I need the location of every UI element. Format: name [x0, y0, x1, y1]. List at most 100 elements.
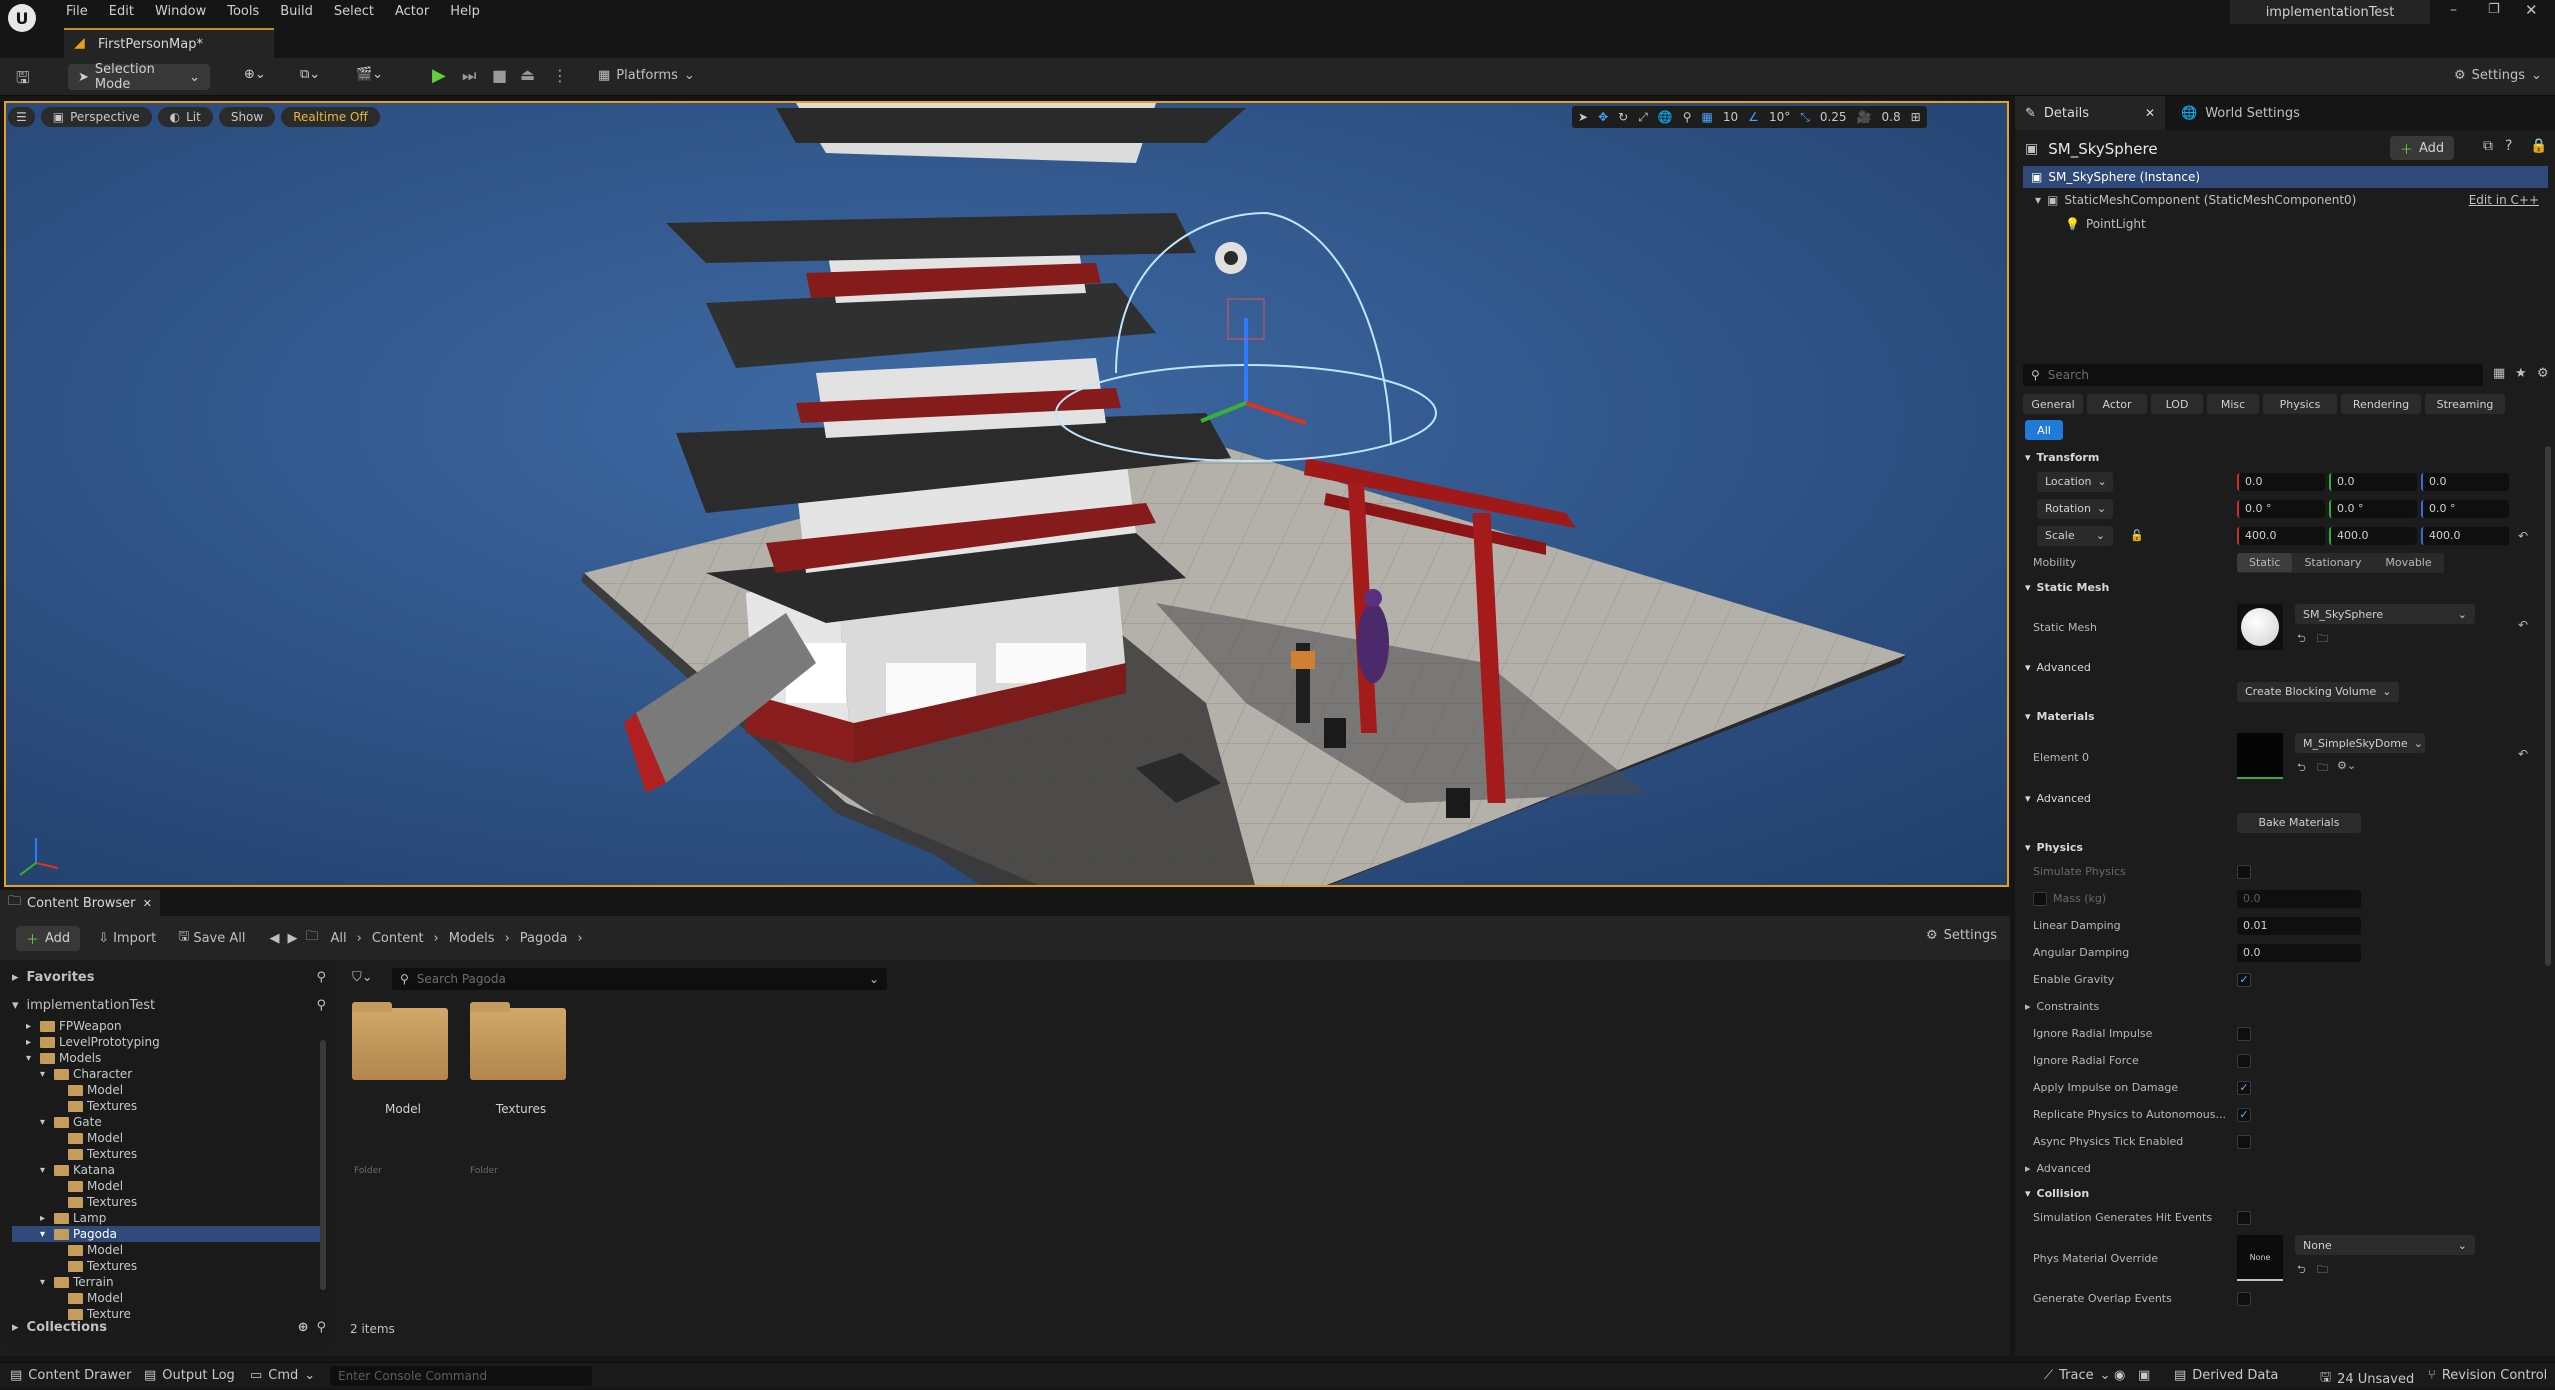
edit-cpp-link[interactable]: Edit in C++ — [2469, 193, 2539, 207]
use-selected-icon[interactable]: ⮌ — [2297, 1261, 2306, 1280]
menu-select[interactable]: Select — [334, 4, 374, 19]
collapse-arrow-icon[interactable]: ▾ — [40, 1117, 50, 1128]
level-viewport[interactable] — [4, 101, 2009, 887]
surface-snap-icon[interactable]: ⚲ — [1683, 110, 1692, 124]
tree-item[interactable]: ▾ Katana — [12, 1162, 322, 1178]
tree-item[interactable]: Model — [12, 1130, 322, 1146]
tree-item[interactable]: ▾ Character — [12, 1066, 322, 1082]
scale-tool-icon[interactable]: ⤢ — [1638, 110, 1648, 125]
toolbar-settings-button[interactable]: ⚙ Settings ⌄ — [2454, 68, 2542, 83]
viewport-scene[interactable] — [6, 103, 2009, 887]
select-tool-icon[interactable]: ➤ — [1578, 110, 1588, 124]
phys-material-picker[interactable]: None ⌄ — [2295, 1235, 2475, 1255]
ignore-radial-impulse-checkbox[interactable] — [2237, 1026, 2251, 1041]
camera-speed-icon[interactable]: 🎥 — [1857, 110, 1872, 124]
breadcrumb-content[interactable]: Content — [372, 931, 424, 946]
filter-misc[interactable]: Misc — [2207, 394, 2259, 414]
static-mesh-picker[interactable]: SM_SkySphere ⌄ — [2295, 604, 2475, 624]
map-tab[interactable]: ◢ FirstPersonMap* — [64, 28, 274, 58]
grid-snap-value[interactable]: 10 — [1723, 110, 1738, 124]
enable-gravity-checkbox[interactable]: ✓ — [2237, 972, 2251, 987]
realtime-button[interactable]: Realtime Off — [281, 107, 380, 127]
world-space-icon[interactable]: 🌐 — [1658, 110, 1673, 124]
tree-item[interactable]: ▾ Terrain — [12, 1274, 322, 1290]
menu-edit[interactable]: Edit — [109, 4, 134, 19]
details-scrollbar[interactable] — [2545, 446, 2551, 966]
favorites-star-icon[interactable]: ★ — [2515, 366, 2527, 381]
apply-impulse-checkbox[interactable]: ✓ — [2237, 1080, 2251, 1095]
location-z-input[interactable]: 0.0 — [2421, 472, 2509, 491]
use-selected-icon[interactable]: ⮌ — [2297, 630, 2306, 649]
filter-physics[interactable]: Physics — [2263, 394, 2337, 414]
tree-item[interactable]: Textures — [12, 1258, 322, 1274]
location-x-input[interactable]: 0.0 — [2237, 472, 2325, 491]
scale-snap-value[interactable]: 0.25 — [1820, 110, 1847, 124]
tree-item[interactable]: ▾ Models — [12, 1050, 322, 1066]
tree-item[interactable]: Textures — [12, 1146, 322, 1162]
overlap-events-checkbox[interactable] — [2237, 1291, 2251, 1306]
scale-snap-icon[interactable]: ⤡ — [1800, 110, 1810, 125]
material-picker[interactable]: M_SimpleSkyDome ⌄ — [2295, 733, 2425, 753]
gear-icon[interactable]: ⚙ — [2537, 366, 2549, 381]
lock-icon[interactable]: 🔒 — [2530, 138, 2547, 154]
cmd-dropdown[interactable]: ▭ Cmd ⌄ — [250, 1368, 315, 1383]
hit-events-checkbox[interactable] — [2237, 1210, 2251, 1225]
materials-section[interactable]: ▾ Materials — [2015, 705, 2540, 727]
grid-snap-icon[interactable]: ▦ — [1702, 110, 1713, 124]
restore-icon[interactable]: ❐ — [2488, 2, 2500, 17]
create-blocking-volume-button[interactable]: Create Blocking Volume ⌄ — [2237, 681, 2400, 702]
cb-settings-button[interactable]: ⚙ Settings — [1926, 928, 1997, 943]
transform-section[interactable]: ▾ Transform — [2015, 446, 2540, 468]
folder-icon[interactable]: 🗀 — [306, 927, 319, 949]
collapse-arrow-icon[interactable]: ▾ — [40, 1229, 50, 1240]
tree-item[interactable]: ▾ Gate — [12, 1114, 322, 1130]
move-tool-icon[interactable]: ✥ — [1598, 110, 1608, 124]
filter-actor[interactable]: Actor — [2087, 394, 2147, 414]
browse-icon[interactable]: 🗀 — [2317, 630, 2328, 649]
content-drawer-button[interactable]: ▤ Content Drawer — [10, 1368, 131, 1383]
mass-override-checkbox[interactable] — [2033, 891, 2047, 906]
search-icon[interactable]: ⚲ — [316, 970, 326, 985]
scale-dropdown[interactable]: Scale ⌄ — [2037, 525, 2113, 546]
camera-icon[interactable]: ▣ — [2138, 1368, 2150, 1383]
scale-lock-icon[interactable]: 🔓 — [2130, 529, 2144, 542]
search-icon[interactable]: ⚲ — [316, 1320, 326, 1335]
filter-general[interactable]: General — [2023, 394, 2083, 414]
expand-arrow-icon[interactable]: ▸ — [40, 1213, 50, 1224]
material-options-icon[interactable]: ⚙⌄ — [2337, 759, 2356, 772]
filter-rendering[interactable]: Rendering — [2341, 394, 2421, 414]
camera-speed-value[interactable]: 0.8 — [1882, 110, 1901, 124]
unreal-logo-icon[interactable]: U — [8, 4, 36, 32]
rotation-z-input[interactable]: 0.0 ° — [2421, 499, 2509, 518]
blueprint-icon[interactable]: ⧉⌄ — [300, 67, 320, 82]
mobility-static[interactable]: Static — [2237, 553, 2293, 572]
scale-y-input[interactable]: 400.0 — [2329, 526, 2417, 545]
unsaved-button[interactable]: 🖫 24 Unsaved — [2320, 1368, 2414, 1390]
minimize-icon[interactable]: – — [2450, 2, 2457, 18]
mesh-thumbnail[interactable] — [2237, 604, 2283, 650]
console-input[interactable]: Enter Console Command — [330, 1366, 592, 1386]
simulate-physics-checkbox[interactable] — [2237, 864, 2251, 879]
content-browser-tab[interactable]: 🗀 Content Browser ✕ — [0, 890, 160, 916]
constraints-row[interactable]: ▸ Constraints — [2015, 993, 2540, 1020]
rotation-dropdown[interactable]: Rotation ⌄ — [2037, 498, 2113, 519]
save-all-button[interactable]: 🖫 Save All — [178, 927, 245, 949]
rotation-y-input[interactable]: 0.0 ° — [2329, 499, 2417, 518]
filter-streaming[interactable]: Streaming — [2425, 394, 2505, 414]
details-tab[interactable]: ✎ Details ✕ — [2015, 96, 2165, 130]
asset-search-input[interactable]: ⚲ Search Pagoda ⌄ — [392, 968, 887, 990]
replicate-physics-checkbox[interactable]: ✓ — [2237, 1107, 2251, 1122]
menu-window[interactable]: Window — [155, 4, 206, 19]
asset-tile-textures[interactable]: Textures — [470, 1002, 572, 1132]
menu-tools[interactable]: Tools — [227, 4, 259, 19]
actor-name[interactable]: SM_SkySphere — [2048, 140, 2157, 158]
step-icon[interactable]: ⏭ — [462, 66, 476, 86]
mobility-stationary[interactable]: Stationary — [2292, 553, 2373, 572]
collections-header[interactable]: ▸ Collections ⊕ ⚲ — [12, 1316, 326, 1338]
reset-arrow-icon[interactable]: ↶ — [2518, 618, 2528, 632]
collapse-arrow-icon[interactable]: ▾ — [40, 1277, 50, 1288]
history-forward-icon[interactable]: ▶ — [288, 931, 298, 946]
cinematics-icon[interactable]: 🎬⌄ — [356, 67, 383, 82]
menu-help[interactable]: Help — [450, 4, 480, 19]
rotate-tool-icon[interactable]: ↻ — [1618, 110, 1628, 124]
